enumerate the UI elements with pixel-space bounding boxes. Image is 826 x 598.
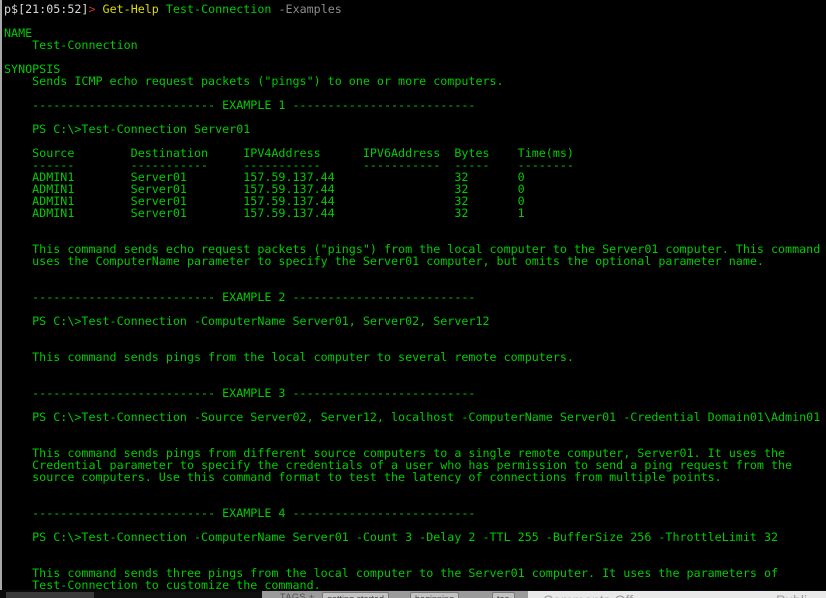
console-line (4, 423, 826, 435)
console-line: Test-Connection to customize the command… (4, 579, 826, 590)
prompt-segment: Get-Help (103, 2, 159, 16)
console-line: PS C:\>Test-Connection Server01 (4, 123, 826, 135)
tags-label: TAGS + (280, 592, 315, 598)
console-line (4, 267, 826, 279)
published-text: Publi (776, 592, 807, 598)
prompt-segment (271, 2, 278, 16)
prompt-segment: p$[21:05:52] (4, 2, 88, 16)
console-line: uses the ComputerName parameter to speci… (4, 255, 826, 267)
prompt-line: p$[21:05:52]> Get-Help Test-Connection -… (4, 3, 826, 15)
console-line (4, 543, 826, 555)
webpage-dark-block (6, 592, 94, 598)
console-line (4, 327, 826, 339)
prompt-segment: > (88, 2, 95, 16)
tag-chip-getting-started[interactable]: getting started (322, 592, 389, 598)
console-line: PS C:\>Test-Connection -ComputerName Ser… (4, 315, 826, 327)
console-line (4, 219, 826, 231)
prompt-segment (159, 2, 166, 16)
console-line: Sends ICMP echo request packets ("pings"… (4, 75, 826, 87)
console-line (4, 363, 826, 375)
prompt-segment: -Examples (279, 2, 342, 16)
tag-chip-beginning[interactable]: beginning (410, 592, 459, 598)
console-line: -------------------------- EXAMPLE 3 ---… (4, 387, 826, 399)
console-output: p$[21:05:52]> Get-Help Test-Connection -… (2, 0, 826, 590)
comments-off-link[interactable]: Comments Off (543, 592, 633, 598)
powershell-console-window[interactable]: p$[21:05:52]> Get-Help Test-Connection -… (0, 0, 826, 590)
console-line (4, 15, 826, 27)
console-line: Test-Connection (4, 39, 826, 51)
prompt-segment (96, 2, 103, 16)
console-line (4, 51, 826, 63)
console-line: This command sends pings from the local … (4, 351, 826, 363)
console-line (4, 483, 826, 495)
console-line: source computers. Use this command forma… (4, 471, 826, 483)
console-line: -------------------------- EXAMPLE 1 ---… (4, 99, 826, 111)
console-line: -------------------------- EXAMPLE 4 ---… (4, 507, 826, 519)
console-line: -------------------------- EXAMPLE 2 ---… (4, 291, 826, 303)
tag-chip-tea[interactable]: tea (492, 592, 515, 598)
console-line: ADMIN1 Server01 157.59.137.44 32 1 (4, 207, 826, 219)
console-line: PS C:\>Test-Connection -Source Server02,… (4, 411, 826, 423)
background-webpage-strip: TAGS + getting started beginning tea Com… (0, 590, 826, 598)
console-line: PS C:\>Test-Connection -ComputerName Ser… (4, 531, 826, 543)
webpage-darker-block (94, 592, 262, 598)
prompt-segment: Test-Connection (166, 2, 272, 16)
